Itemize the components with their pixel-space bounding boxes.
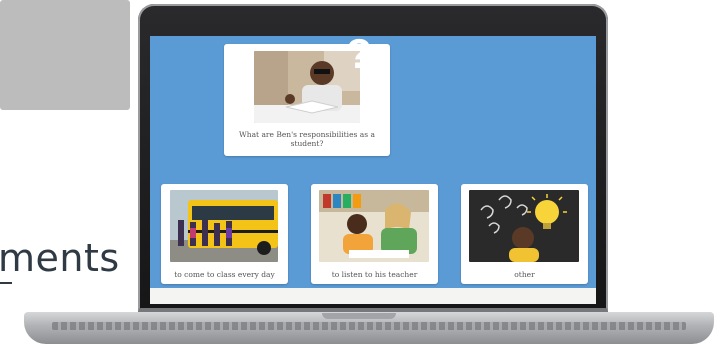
page: ments What are Ben's responsibilities as… [0,0,718,352]
answer-label-other: other [514,270,535,279]
laptop-notch [322,313,396,319]
school-bus-icon [170,190,278,262]
teacher-student-icon [319,190,429,262]
question-mark-icon: ? [346,30,372,77]
answer-label-come-to-class: to come to class every day [174,270,275,279]
answer-card-come-to-class[interactable]: to come to class every day [161,184,288,284]
answer-card-other[interactable]: other [461,184,588,284]
prompt-question: What are Ben's responsibilities as a stu… [239,130,375,148]
background-underline-fragment [0,282,12,284]
answer-label-listen-to-teacher: to listen to his teacher [331,270,418,279]
lightbulb-idea-icon [469,190,579,262]
answer-card-listen-to-teacher[interactable]: to listen to his teacher [311,184,438,284]
background-heading-fragment: ments [0,236,120,280]
hidden-answer-card[interactable]: ? [0,0,372,110]
keyboard-strip [52,322,686,330]
